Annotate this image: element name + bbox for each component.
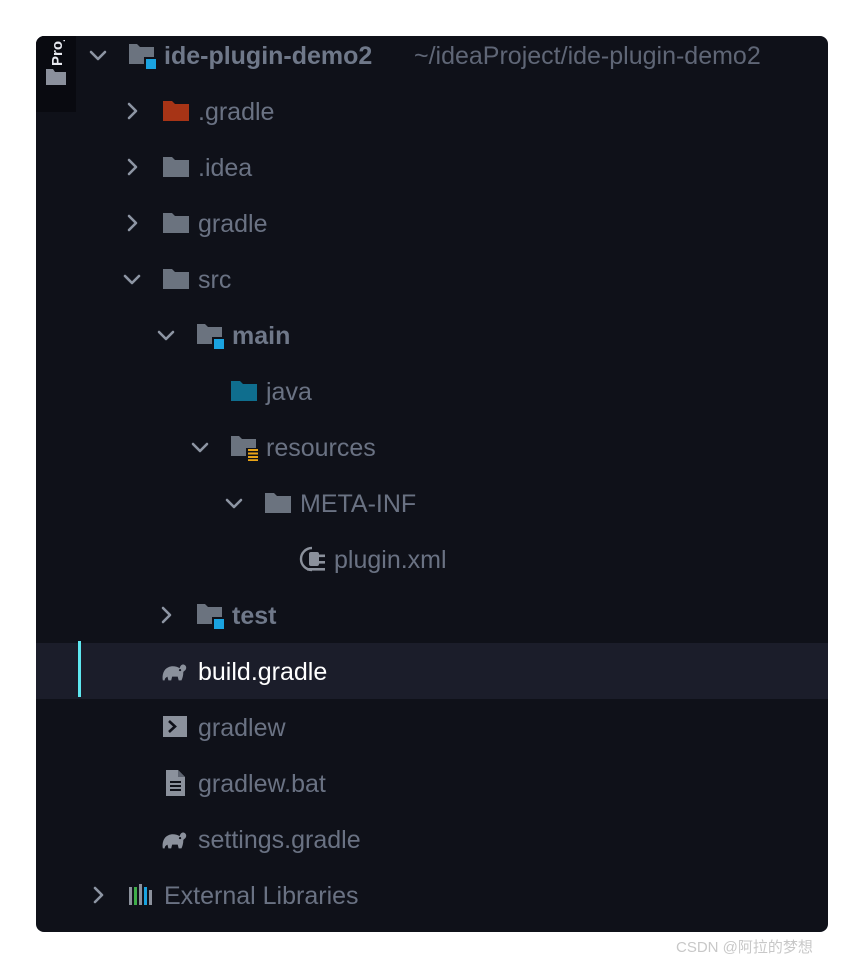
text-file-icon: [166, 770, 185, 796]
plugin-xml-icon: [299, 546, 325, 572]
excluded-folder-icon: [163, 101, 189, 121]
tree-item-name: test: [232, 602, 277, 630]
module-folder-icon: [129, 44, 156, 69]
source-root-icon: [231, 381, 257, 401]
gradle-elephant-icon: [162, 664, 187, 681]
tree-row-java[interactable]: java: [36, 363, 828, 419]
tree-row-plugin-xml[interactable]: plugin.xml: [36, 531, 828, 587]
module-folder-icon: [197, 324, 224, 349]
tree-item-name: resources: [266, 434, 376, 462]
tree-row-external-libraries[interactable]: External Libraries: [36, 867, 828, 923]
tree-row-project-root[interactable]: ide-plugin-demo2 ~/ideaProject/ide-plugi…: [36, 36, 828, 83]
tree-row-gradlew[interactable]: gradlew: [36, 699, 828, 755]
tree-row-main[interactable]: main: [36, 307, 828, 363]
selection-indicator: [78, 641, 81, 697]
project-tool-window: Project ide-plugin-demo2 ~/ideaProject/i…: [36, 36, 828, 932]
tree-row-build-gradle[interactable]: build.gradle: [36, 643, 828, 699]
tree-item-name: gradlew.bat: [198, 770, 326, 798]
chevron-right-icon[interactable]: [86, 883, 110, 907]
tree-item-name: .idea: [198, 154, 253, 182]
chevron-right-icon[interactable]: [120, 211, 144, 235]
tree-item-name: java: [266, 378, 312, 406]
resources-root-icon: [231, 436, 258, 461]
gradle-elephant-icon: [162, 832, 187, 849]
tree-row-resources[interactable]: resources: [36, 419, 828, 475]
tree-item-name: build.gradle: [198, 658, 328, 686]
chevron-down-icon[interactable]: [120, 267, 144, 291]
tree-row-settings-gradle[interactable]: settings.gradle: [36, 811, 828, 867]
tree-row-meta-inf[interactable]: META-INF: [36, 475, 828, 531]
project-root-path: ~/ideaProject/ide-plugin-demo2: [414, 42, 761, 70]
tree-row-test[interactable]: test: [36, 587, 828, 643]
tree-item-name: META-INF: [300, 490, 417, 518]
tree-row-dot-gradle[interactable]: .gradle: [36, 83, 828, 139]
chevron-right-icon[interactable]: [120, 99, 144, 123]
project-root-name: ide-plugin-demo2: [164, 42, 373, 70]
tree-row-gradlew-bat[interactable]: gradlew.bat: [36, 755, 828, 811]
tree-item-name: .gradle: [198, 98, 275, 126]
tree-item-name: gradle: [198, 210, 268, 238]
shell-script-icon: [163, 716, 187, 737]
watermark-text: CSDN @阿拉的梦想: [676, 939, 813, 956]
chevron-right-icon[interactable]: [120, 155, 144, 179]
tree-item-name: main: [232, 322, 291, 350]
folder-icon: [163, 213, 189, 233]
folder-icon: [163, 269, 189, 289]
chevron-down-icon[interactable]: [222, 491, 246, 515]
module-folder-icon: [197, 604, 224, 629]
external-libraries-label: External Libraries: [164, 882, 359, 910]
folder-icon: [163, 157, 189, 177]
chevron-down-icon[interactable]: [86, 43, 110, 67]
chevron-down-icon[interactable]: [188, 435, 212, 459]
tree-row-gradle-folder[interactable]: gradle: [36, 195, 828, 251]
chevron-right-icon[interactable]: [154, 603, 178, 627]
tree-item-name: plugin.xml: [334, 546, 447, 574]
tree-item-name: src: [198, 266, 232, 294]
tree-item-name: settings.gradle: [198, 826, 361, 854]
tree-item-name: gradlew: [198, 714, 286, 742]
chevron-down-icon[interactable]: [154, 323, 178, 347]
tree-row-src[interactable]: src: [36, 251, 828, 307]
folder-icon: [265, 493, 291, 513]
tree-row-dot-idea[interactable]: .idea: [36, 139, 828, 195]
libraries-icon: [129, 884, 152, 905]
